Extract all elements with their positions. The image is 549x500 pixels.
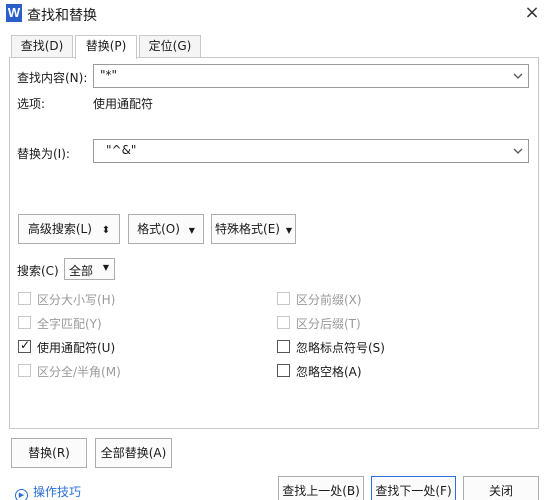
caret-down-icon: ▼: [285, 226, 292, 235]
replace-all-button[interactable]: 全部替换(A): [95, 438, 172, 468]
checkbox-box: [18, 364, 31, 377]
full-half-width-label: 区分全/半角(M): [37, 365, 121, 379]
caret-down-icon: ▼: [102, 263, 109, 272]
match-suffix-label: 区分后缀(T): [296, 317, 361, 331]
checkbox-box: [277, 292, 290, 305]
wps-writer-icon: W: [6, 4, 22, 22]
replace-label: 替换为(I):: [17, 147, 70, 161]
chevron-down-icon[interactable]: [512, 69, 524, 83]
find-next-button[interactable]: 查找下一处(F): [371, 476, 456, 500]
checkbox-box: [277, 340, 290, 353]
tab-find[interactable]: 查找(D): [11, 35, 73, 58]
find-label: 查找内容(N):: [17, 71, 88, 85]
search-scope-value: 全部: [69, 264, 94, 278]
options-label: 选项:: [17, 97, 46, 111]
replace-value: "^&": [106, 143, 137, 157]
close-button[interactable]: 关闭: [463, 476, 539, 500]
dialog-title: 查找和替换: [27, 8, 97, 24]
ignore-punctuation-label: 忽略标点符号(S): [296, 341, 385, 355]
match-case-label: 区分大小写(H): [37, 293, 116, 307]
special-format-dropdown-button[interactable]: 特殊格式(E) ▼: [211, 214, 296, 244]
whole-word-label: 全字匹配(Y): [37, 317, 102, 331]
tab-goto[interactable]: 定位(G): [139, 35, 201, 58]
play-circle-icon: ▶: [15, 489, 28, 500]
title-bar: W 查找和替换 ×: [0, 0, 549, 30]
use-wildcards-label: 使用通配符(U): [37, 341, 116, 355]
chevron-down-icon[interactable]: [512, 144, 524, 158]
advanced-search-label: 高级搜索(L): [27, 222, 92, 236]
checkbox-box: [18, 316, 31, 329]
checkbox-box: [18, 292, 31, 305]
match-prefix-label: 区分前缀(X): [296, 293, 362, 307]
replace-button[interactable]: 替换(R): [11, 438, 87, 468]
tips-link-label: 操作技巧: [33, 485, 82, 499]
close-icon[interactable]: ×: [520, 2, 544, 26]
ignore-space-label: 忽略空格(A): [296, 365, 362, 379]
checkbox-box: [277, 364, 290, 377]
special-format-label: 特殊格式(E): [215, 222, 280, 236]
tab-replace[interactable]: 替换(P): [75, 35, 137, 59]
checkbox-box: ✓: [18, 338, 31, 353]
caret-down-icon: ▼: [188, 226, 195, 235]
advanced-search-button[interactable]: 高级搜索(L) ⬍: [18, 214, 120, 244]
expand-toggle-icon: ⬍: [101, 225, 111, 236]
options-value: 使用通配符: [93, 97, 154, 111]
find-input[interactable]: "*": [93, 64, 529, 88]
find-value: "*": [100, 68, 118, 82]
search-scope-label: 搜索(C): [17, 264, 59, 278]
replace-input[interactable]: "^&": [93, 139, 529, 163]
format-dropdown-button[interactable]: 格式(O) ▼: [128, 214, 204, 244]
format-label: 格式(O): [137, 222, 180, 236]
find-previous-button[interactable]: 查找上一处(B): [278, 476, 364, 500]
checkbox-box: [277, 316, 290, 329]
tips-link[interactable]: ▶ 操作技巧: [15, 483, 81, 500]
checkmark-icon: ✓: [20, 338, 31, 352]
search-scope-select[interactable]: 全部 ▼: [64, 258, 115, 280]
